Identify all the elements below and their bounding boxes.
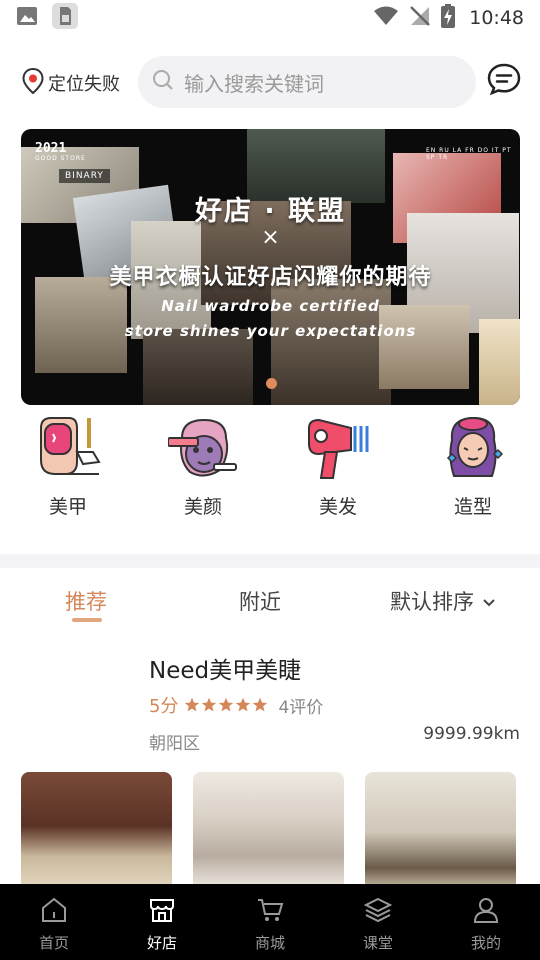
nav-label: 我的: [470, 934, 501, 952]
tab-nearby[interactable]: 附近: [239, 586, 281, 616]
sort-dropdown[interactable]: 默认排序: [390, 586, 496, 616]
banner-headline-en-2: store shines your expectations: [124, 322, 417, 340]
sim-card-icon: [52, 3, 78, 33]
store-score: 5分: [149, 696, 179, 717]
category-label: 美颜: [183, 496, 222, 518]
star-rating: [184, 697, 268, 713]
banner-year-sub: GOOD STORE: [35, 155, 86, 162]
tab-recommend[interactable]: 推荐: [65, 586, 107, 616]
face-beauty-icon: [167, 414, 238, 484]
category-grid: 美甲 美颜 美发 造型: [0, 414, 540, 524]
banner-photo-tag-2: EN RU LA FR DO IT PT SP TR: [426, 147, 512, 161]
nav-classroom[interactable]: 课堂: [324, 884, 432, 960]
nav-label: 商城: [254, 934, 285, 952]
banner-photo: [143, 329, 253, 405]
store-icon: [148, 896, 176, 928]
wifi-icon: [373, 6, 399, 30]
store-distance: 9999.99km: [423, 724, 520, 744]
status-bar: 10:48: [0, 0, 540, 36]
search-input[interactable]: 输入搜索关键词: [138, 56, 476, 108]
promo-banner[interactable]: 2021 GOOD STORE BINARY EN RU LA FR DO IT…: [21, 129, 520, 405]
nav-label: 好店: [146, 934, 177, 952]
nav-label: 首页: [38, 934, 69, 952]
message-icon[interactable]: [486, 62, 522, 100]
location-selector[interactable]: 定位失败: [22, 67, 120, 98]
section-divider: [0, 554, 540, 568]
hair-dryer-icon: [303, 414, 373, 484]
banner-title: 好店 · 联盟: [194, 196, 347, 227]
store-district: 朝阳区: [149, 734, 200, 754]
no-signal-icon: [409, 5, 431, 31]
nav-mall[interactable]: 商城: [216, 884, 324, 960]
search-icon: [152, 69, 174, 95]
store-name[interactable]: Need美甲美睫: [149, 651, 301, 685]
active-tab-indicator: [72, 618, 102, 622]
category-face[interactable]: 美颜: [153, 414, 253, 519]
search-placeholder: 输入搜索关键词: [184, 71, 324, 96]
location-label: 定位失败: [48, 74, 120, 95]
banner-photo-tag: BINARY: [59, 169, 110, 183]
nail-icon: [33, 414, 103, 484]
banner-headline-cn: 美甲衣橱认证好店闪耀你的期待: [109, 265, 432, 290]
nav-label: 课堂: [362, 934, 393, 952]
nav-home[interactable]: 首页: [0, 884, 108, 960]
status-time: 10:48: [469, 7, 524, 29]
battery-charging-icon: [441, 4, 456, 32]
category-hair[interactable]: 美发: [288, 414, 388, 519]
chevron-down-icon: [482, 589, 496, 613]
layers-icon: [363, 896, 393, 928]
banner-page-indicator[interactable]: [266, 378, 277, 389]
banner-x-mark: ×: [261, 225, 280, 250]
star-icon: [185, 697, 200, 712]
store-rating: 5分 4评价: [149, 692, 323, 718]
store-photo[interactable]: [193, 772, 344, 892]
store-photo[interactable]: [365, 772, 516, 892]
category-label: 美发: [318, 496, 357, 518]
banner-headline-en-1: Nail wardrobe certified: [161, 297, 380, 315]
list-tabs: 推荐 附近 默认排序: [0, 580, 540, 630]
star-icon: [253, 697, 268, 712]
top-header: 定位失败 输入搜索关键词: [0, 54, 540, 108]
store-photo[interactable]: [21, 772, 172, 892]
home-icon: [40, 896, 68, 928]
category-label: 造型: [453, 496, 492, 518]
banner-year: 2021: [35, 141, 67, 156]
banner-photo: [379, 305, 469, 389]
styling-icon: [438, 414, 508, 484]
location-pin-icon: [22, 67, 44, 98]
gallery-notification-icon: [16, 6, 38, 30]
category-styling[interactable]: 造型: [423, 414, 523, 519]
star-icon: [236, 697, 251, 712]
cart-icon: [256, 896, 284, 928]
nav-profile[interactable]: 我的: [432, 884, 540, 960]
category-label: 美甲: [48, 496, 87, 518]
nav-store[interactable]: 好店: [108, 884, 216, 960]
bottom-nav: 首页 好店 商城 课堂 我的: [0, 884, 540, 960]
user-icon: [472, 896, 500, 928]
star-icon: [219, 697, 234, 712]
review-count: 4评价: [278, 697, 324, 718]
category-nail[interactable]: 美甲: [18, 414, 118, 519]
sort-label: 默认排序: [390, 590, 474, 614]
star-icon: [202, 697, 217, 712]
